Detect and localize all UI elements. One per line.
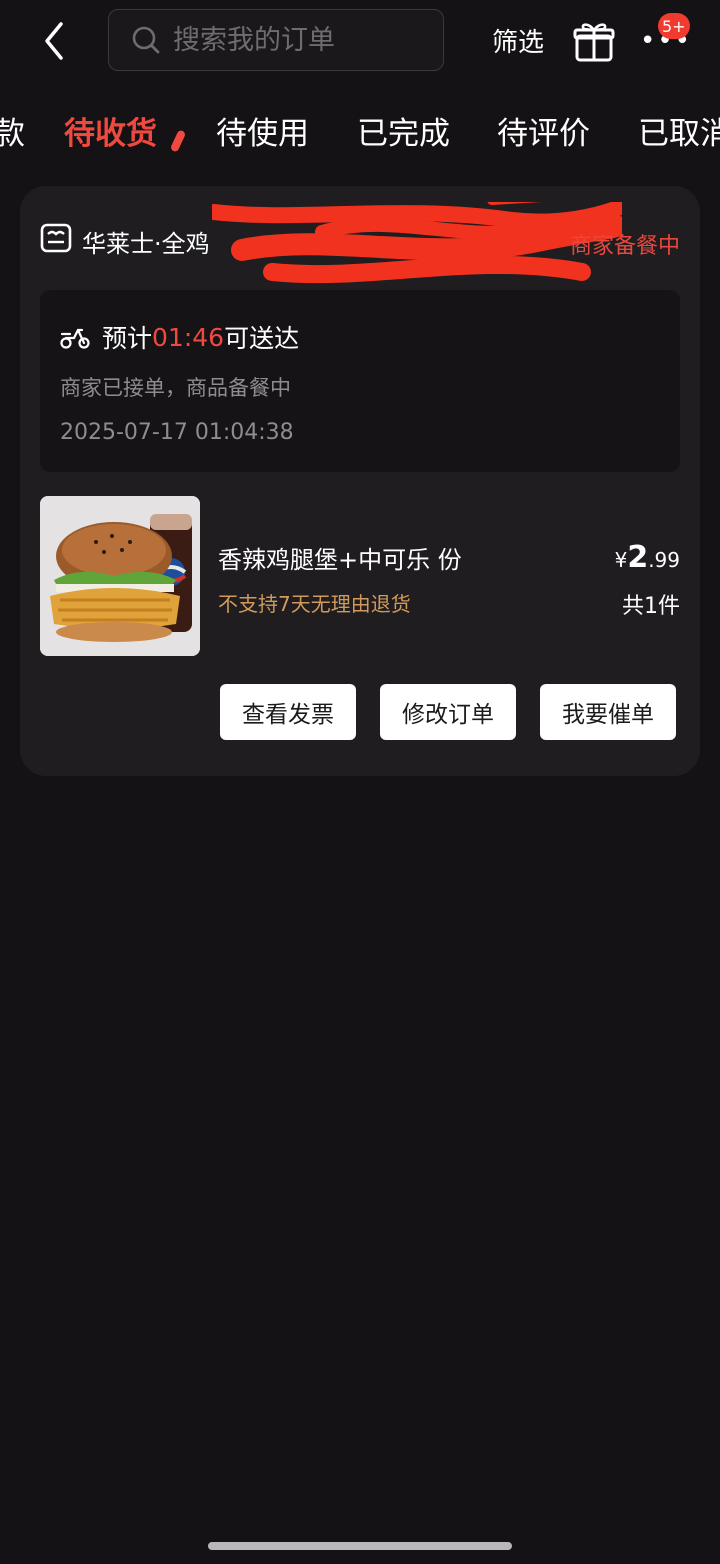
modify-order-button[interactable]: 修改订单 — [380, 684, 516, 740]
store-icon — [40, 223, 72, 253]
burger-and-cola-image — [40, 496, 200, 656]
eta-prefix: 预计 — [102, 324, 153, 353]
tab-cancelled[interactable]: 已取消 — [638, 108, 720, 153]
chevron-left-icon — [45, 22, 63, 60]
product-name: 香辣鸡腿堡+中可乐 份 — [218, 546, 462, 574]
order-status: 商家备餐中 — [569, 234, 680, 259]
scooter-icon — [60, 328, 90, 349]
redaction-scribble — [212, 202, 622, 284]
gift-icon — [573, 23, 615, 62]
eta-row: 预计 01:46 可送达 — [60, 320, 299, 354]
top-bar: 筛选 ••• 5+ — [0, 0, 720, 84]
shop-name: 华莱士·全鸡 — [82, 230, 210, 258]
delivery-info[interactable]: 预计 01:46 可送达 商家已接单，商品备餐中 2025-07-17 01:0… — [40, 290, 680, 472]
urge-order-button[interactable]: 我要催单 — [540, 684, 676, 740]
price-currency: ¥ — [614, 548, 628, 572]
home-indicator[interactable] — [208, 1542, 512, 1550]
order-progress-text: 商家已接单，商品备餐中 — [60, 376, 291, 400]
order-timestamp: 2025-07-17 01:04:38 — [60, 420, 294, 445]
active-tab-indicator — [169, 129, 187, 153]
eta-time: 01:46 — [152, 322, 225, 352]
search-icon — [132, 26, 160, 54]
filter-button[interactable]: 筛选 — [492, 22, 544, 59]
tab-completed[interactable]: 已完成 — [357, 108, 450, 153]
tab-pending-receipt[interactable]: 待收货 — [64, 108, 157, 153]
price-decimal: .99 — [648, 548, 680, 572]
search-input[interactable] — [171, 23, 415, 57]
shop-header[interactable]: 华莱士·全鸡 商家备餐中 — [40, 202, 680, 284]
product-image — [40, 496, 200, 656]
product-price: ¥2.99 — [615, 540, 680, 575]
view-invoice-button[interactable]: 查看发票 — [220, 684, 356, 740]
tab-to-review[interactable]: 待评价 — [497, 108, 590, 153]
order-status-tabs: 款 待收货 待使用 已完成 待评价 已取消 — [0, 96, 720, 166]
eta-suffix: 可送达 — [224, 324, 300, 353]
return-policy-note: 不支持7天无理由退货 — [218, 592, 411, 616]
more-button[interactable]: ••• 5+ — [636, 13, 690, 60]
product-quantity: 共1件 — [622, 594, 680, 619]
notification-badge: 5+ — [658, 13, 690, 39]
price-integer: 2 — [627, 540, 649, 575]
back-button[interactable] — [36, 18, 72, 64]
order-card[interactable]: 华莱士·全鸡 商家备餐中 预计 01:46 可送达 商家已接单，商品备餐中 20… — [20, 186, 700, 776]
gift-button[interactable] — [572, 18, 616, 64]
tab-to-use[interactable]: 待使用 — [216, 108, 309, 153]
tab-partial[interactable]: 款 — [0, 108, 25, 153]
product-item[interactable]: 香辣鸡腿堡+中可乐 份 不支持7天无理由退货 ¥2.99 共1件 — [40, 496, 680, 658]
search-box[interactable] — [108, 9, 444, 71]
